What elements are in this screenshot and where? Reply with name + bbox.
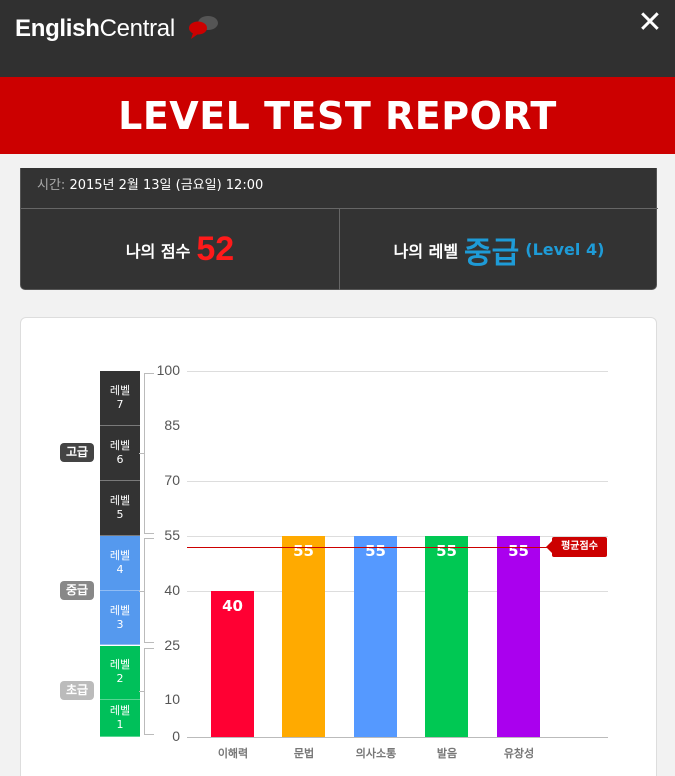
logo-bold-text: English	[15, 15, 100, 42]
test-time: 시간: 2015년 2월 13일 (금요일) 12:00	[37, 174, 263, 193]
y-tick-label: 25	[164, 636, 180, 653]
level-band-label: 레벨	[109, 704, 131, 718]
y-tick-label: 70	[164, 471, 180, 488]
level-band-label: 레벨	[109, 438, 131, 452]
tier-badge-advanced: 고급	[60, 443, 94, 463]
bar-value-label: 55	[293, 541, 314, 560]
level-band-number: 4	[116, 562, 124, 576]
bar-value-label: 55	[508, 541, 529, 560]
level-band-5: 레벨 5	[100, 480, 140, 536]
bar-value-label: 40	[222, 596, 243, 615]
logo-light-text: Central	[99, 15, 176, 42]
level-band-label: 레벨	[109, 493, 131, 507]
level-band-number: 5	[116, 507, 124, 521]
level-band-number: 7	[116, 397, 124, 411]
bar-4[interactable]	[425, 535, 468, 737]
x-category-label: 의사소통	[355, 747, 397, 760]
my-level-number: (Level 4)	[525, 240, 605, 259]
level-band-label: 레벨	[109, 603, 131, 617]
x-category-label: 문법	[293, 747, 315, 760]
level-band-1: 레벨 1	[100, 700, 140, 737]
score-row: 나의 점수 52 나의 레벨 중급 (Level 4)	[21, 208, 658, 290]
my-score-value: 52	[196, 230, 235, 268]
level-band-label: 레벨	[109, 658, 131, 672]
grid-line-55	[187, 535, 608, 537]
level-band-label: 레벨	[109, 548, 131, 562]
x-category-label: 이해력	[217, 747, 249, 760]
level-band-label: 레벨	[109, 383, 131, 397]
grid-line-70	[187, 480, 608, 482]
report-title: LEVEL TEST REPORT	[118, 93, 557, 138]
level-band-number: 1	[116, 718, 124, 732]
x-category-label: 유창성	[503, 747, 535, 760]
x-category-label: 발음	[436, 747, 458, 760]
y-tick-label: 10	[164, 691, 180, 708]
tier-bracket-advanced	[139, 373, 154, 534]
report-banner: LEVEL TEST REPORT	[0, 77, 675, 154]
tier-badge-intermediate: 중급	[60, 580, 94, 600]
y-tick-label: 100	[156, 362, 180, 378]
average-score-line	[187, 546, 552, 548]
tier-badge-beginner: 초급	[60, 681, 94, 701]
bar-2[interactable]	[282, 535, 325, 737]
englishcentral-logo[interactable]: EnglishCentral	[15, 15, 175, 43]
y-tick-label: 85	[164, 416, 180, 433]
y-tick-label: 55	[164, 526, 180, 543]
my-level-cell: 나의 레벨 중급 (Level 4)	[339, 209, 658, 290]
result-summary-card: 시간: 2015년 2월 13일 (금요일) 12:00 나의 점수 52 나의…	[20, 168, 658, 290]
bar-3[interactable]	[354, 535, 397, 737]
top-bar: EnglishCentral ✕	[0, 0, 675, 77]
bracket-tick	[139, 453, 145, 455]
level-band-6: 레벨 6	[100, 425, 140, 481]
bar-value-label: 55	[436, 541, 457, 560]
my-level-label: 나의 레벨	[393, 241, 459, 261]
y-tick-label: 0	[172, 728, 180, 744]
grid-line-100	[187, 371, 608, 372]
y-tick-label: 40	[164, 581, 180, 598]
level-band-3: 레벨 3	[100, 590, 140, 646]
level-band-2: 레벨 2	[100, 645, 140, 701]
my-score-cell: 나의 점수 52	[21, 209, 339, 290]
level-band-number: 2	[116, 672, 124, 686]
time-label: 시간:	[37, 178, 66, 193]
level-band-4: 레벨 4	[100, 535, 140, 591]
close-button[interactable]: ✕	[633, 6, 667, 40]
bar-value-label: 55	[365, 541, 386, 560]
x-axis-line	[187, 737, 608, 738]
speech-bubbles-icon	[189, 16, 218, 39]
level-band-number: 6	[116, 452, 124, 466]
my-level-name: 중급	[464, 235, 520, 271]
level-band-7: 레벨 7	[100, 371, 140, 426]
time-value: 2015년 2월 13일 (금요일) 12:00	[69, 178, 264, 193]
level-band-number: 3	[116, 617, 124, 631]
bar-5[interactable]	[497, 535, 540, 737]
average-score-tag: 평균점수	[546, 536, 607, 557]
my-score-label: 나의 점수	[125, 241, 191, 261]
